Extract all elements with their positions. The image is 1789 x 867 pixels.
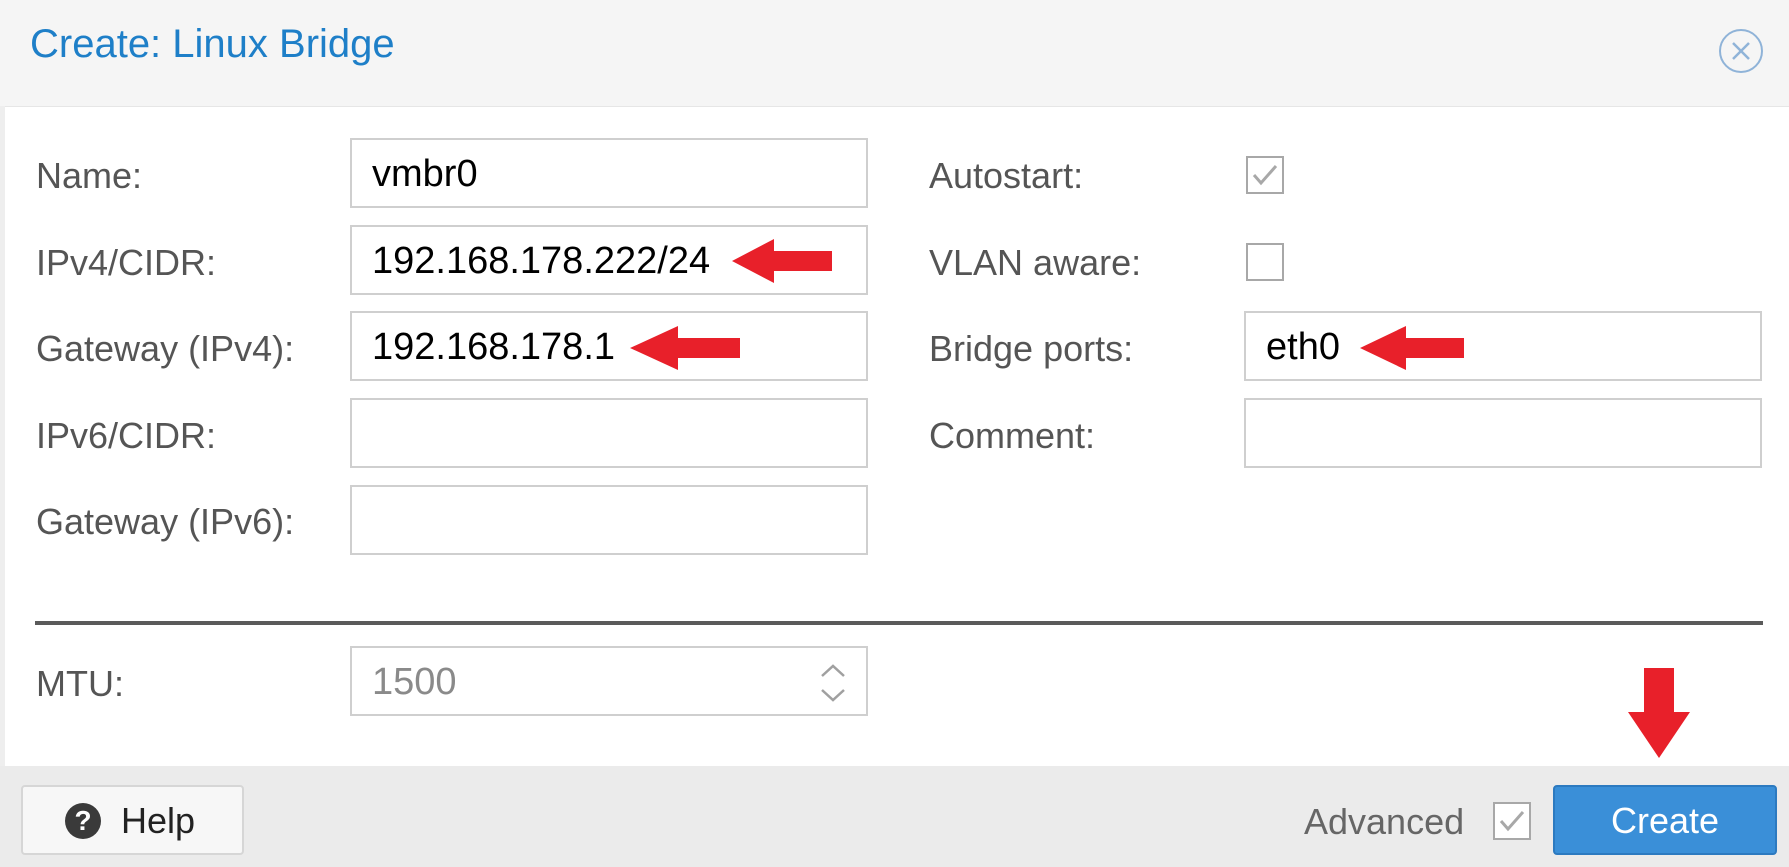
create-button-label: Create <box>1610 800 1720 841</box>
ipv6-cidr-input[interactable] <box>350 398 868 468</box>
checkmark-icon <box>1252 165 1278 186</box>
gateway-ipv4-input-value: 192.168.178.1 <box>372 326 616 368</box>
spinner-icon[interactable] <box>818 660 848 706</box>
bridge-ports-input-value: eth0 <box>1266 326 1340 368</box>
comment-input[interactable] <box>1244 398 1762 468</box>
mtu-label: MTU: <box>36 663 124 704</box>
gateway-ipv4-input[interactable]: 192.168.178.1 <box>350 311 868 381</box>
bridge-ports-input[interactable]: eth0 <box>1244 311 1762 381</box>
bridge-ports-arrow-icon <box>1360 326 1464 370</box>
vlan-aware-checkbox[interactable] <box>1246 243 1284 281</box>
dialog-header: Create: Linux Bridge <box>0 0 1789 107</box>
mtu-input[interactable]: 1500 <box>350 646 868 716</box>
dialog-footer: ? Help Advanced Create <box>0 766 1789 867</box>
advanced-checkbox[interactable] <box>1493 802 1531 840</box>
gateway-ipv4-label: Gateway (IPv4): <box>36 328 295 369</box>
ipv4-cidr-input-value: 192.168.178.222/24 <box>372 240 711 282</box>
autostart-checkbox[interactable] <box>1246 156 1284 194</box>
gateway-ipv6-input[interactable] <box>350 485 868 555</box>
create-arrow-icon <box>1628 668 1690 758</box>
help-button-label: Help <box>121 800 196 841</box>
ipv4-cidr-label: IPv4/CIDR: <box>36 242 217 283</box>
gateway-ipv4-arrow-icon <box>630 326 740 370</box>
close-icon <box>1732 42 1750 60</box>
name-input-value: vmbr0 <box>372 153 478 195</box>
checkmark-icon <box>1499 811 1525 832</box>
advanced-label: Advanced <box>1304 801 1465 842</box>
ipv4-arrow-icon <box>732 239 832 283</box>
mtu-input-value: 1500 <box>372 661 457 703</box>
advanced-separator <box>35 621 1763 625</box>
gateway-ipv6-label: Gateway (IPv6): <box>36 501 295 542</box>
bridge-ports-label: Bridge ports: <box>929 328 1134 369</box>
create-button[interactable]: Create <box>1553 785 1777 855</box>
dialog-left-border <box>0 106 5 766</box>
autostart-label: Autostart: <box>929 155 1084 196</box>
vlan-aware-label: VLAN aware: <box>929 242 1142 283</box>
dialog-title: Create: Linux Bridge <box>30 22 395 66</box>
comment-label: Comment: <box>929 415 1096 456</box>
help-button[interactable]: ? Help <box>21 785 244 855</box>
help-icon: ? <box>65 803 101 839</box>
close-button[interactable] <box>1719 29 1763 73</box>
name-input[interactable]: vmbr0 <box>350 138 868 208</box>
name-label: Name: <box>36 155 143 196</box>
create-linux-bridge-dialog: Create: Linux Bridge Name: vmbr0 IPv4/CI… <box>0 0 1789 867</box>
ipv6-cidr-label: IPv6/CIDR: <box>36 415 217 456</box>
